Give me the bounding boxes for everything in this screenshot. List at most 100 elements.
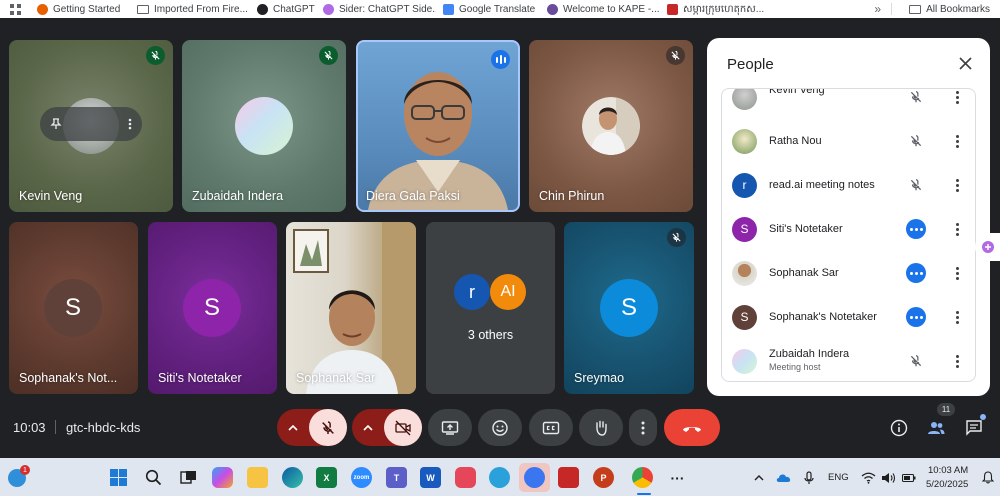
present-screen-icon <box>441 420 459 435</box>
onedrive-icon[interactable] <box>773 467 794 488</box>
participant-name: Zubaidah Indera <box>769 348 850 360</box>
participant-tile-sophanaks-notetaker[interactable]: S Sophanak's Not... <box>9 222 138 394</box>
taskbar-time[interactable]: 10:03 AM <box>928 465 968 476</box>
more-options-icon[interactable] <box>950 307 964 327</box>
more-status-icon[interactable] <box>906 263 926 283</box>
meeting-code: gtc-hbdc-kds <box>66 420 141 435</box>
task-view-icon[interactable] <box>178 467 199 488</box>
more-status-icon[interactable] <box>906 219 926 239</box>
reactions-button[interactable] <box>478 409 522 446</box>
leave-call-button[interactable] <box>664 409 720 446</box>
camera-toggle-button[interactable] <box>384 409 422 446</box>
microphone-icon[interactable] <box>798 467 819 488</box>
all-bookmarks-button[interactable]: All Bookmarks <box>902 4 1000 15</box>
more-options-icon[interactable] <box>128 118 132 130</box>
more-options-icon[interactable] <box>950 263 964 283</box>
more-options-icon[interactable] <box>950 175 964 195</box>
bookmark-kape[interactable]: Welcome to KAPE -... <box>540 3 660 15</box>
chevron-up-icon[interactable] <box>748 467 769 488</box>
more-options-button[interactable] <box>629 409 657 446</box>
participant-tile-sophanak-sar[interactable]: Sophanak Sar <box>286 222 416 394</box>
participant-tile-others[interactable]: r AI 3 others <box>426 222 555 394</box>
more-options-icon[interactable] <box>950 351 964 371</box>
camera-off-icon <box>395 420 411 435</box>
bookmark-sider[interactable]: Sider: ChatGPT Side... <box>316 3 436 15</box>
excel-icon[interactable]: X <box>316 467 337 488</box>
copilot-icon[interactable] <box>212 467 233 488</box>
telegram-icon[interactable] <box>489 467 510 488</box>
video-controls <box>352 409 422 446</box>
battery-icon[interactable] <box>898 467 919 488</box>
people-list-item[interactable]: S Siti's Notetaker <box>722 207 975 251</box>
info-icon <box>890 419 908 437</box>
vpn-icon[interactable] <box>558 467 579 488</box>
file-explorer-icon[interactable] <box>247 467 268 488</box>
people-list-item[interactable]: Sophanak Sar <box>722 251 975 295</box>
participant-avatar <box>235 97 293 155</box>
audio-options-chevron-icon[interactable] <box>277 424 309 431</box>
powerpoint-icon[interactable]: P <box>593 467 614 488</box>
participant-tile-sitis-notetaker[interactable]: S Siti's Notetaker <box>148 222 277 394</box>
people-list-item[interactable]: Ratha Nou <box>722 119 975 163</box>
participant-avatar: S <box>600 279 658 337</box>
chrome-icon[interactable] <box>632 467 653 488</box>
edge-icon[interactable] <box>282 467 303 488</box>
start-icon[interactable] <box>108 467 129 488</box>
google-translate-icon <box>443 3 454 15</box>
participant-tile-sreymao[interactable]: S Sreymao <box>564 222 694 394</box>
sider-extension-icon[interactable] <box>975 233 1000 261</box>
more-options-icon[interactable] <box>950 131 964 151</box>
bookmark-getting-started[interactable]: Getting Started <box>30 3 130 15</box>
participant-tile-zubaidah-indera[interactable]: Zubaidah Indera <box>182 40 346 212</box>
bookmark-imported-from-firefox[interactable]: Imported From Fire... <box>130 4 250 15</box>
teams-icon[interactable]: T <box>386 467 407 488</box>
mic-off-icon <box>906 131 926 151</box>
bookmark-google-translate[interactable]: Google Translate <box>436 3 540 15</box>
tile-hover-controls <box>40 107 142 141</box>
overflow-icon[interactable]: ··· <box>667 467 688 488</box>
people-list-item[interactable]: Kevin Veng <box>722 88 975 119</box>
people-button[interactable] <box>924 416 948 440</box>
people-panel-title: People <box>727 56 774 73</box>
people-list-item[interactable]: r read.ai meeting notes <box>722 163 975 207</box>
meeting-stage: Kevin Veng Zubaidah Indera Diera Gala Pa… <box>0 18 1000 458</box>
captions-button[interactable] <box>529 409 573 446</box>
snipping-tool-icon[interactable] <box>455 467 476 488</box>
participant-photo <box>732 128 757 154</box>
mic-toggle-button[interactable] <box>309 409 347 446</box>
people-list-item[interactable]: S Sophanak's Notetaker <box>722 295 975 339</box>
bookmarks-overflow-button[interactable]: » <box>864 2 891 16</box>
search-icon[interactable] <box>143 467 164 488</box>
wifi-icon[interactable] <box>858 467 879 488</box>
participant-tile-chin-phirun[interactable]: Chin Phirun <box>529 40 693 212</box>
participant-tile-kevin-veng[interactable]: Kevin Veng <box>9 40 173 212</box>
word-icon[interactable]: W <box>420 467 441 488</box>
bookmark-chatgpt[interactable]: ChatGPT <box>250 3 316 15</box>
apps-grid-icon[interactable] <box>0 3 30 15</box>
others-count-label: 3 others <box>467 328 514 342</box>
more-options-icon[interactable] <box>950 89 964 107</box>
video-options-chevron-icon[interactable] <box>352 424 384 431</box>
volume-icon[interactable] <box>878 467 899 488</box>
bookmark-khmer-site[interactable]: សម្ភារក្រុមហេតុកស... <box>660 2 772 17</box>
more-options-icon[interactable] <box>950 219 964 239</box>
input-language[interactable]: ENG <box>828 472 849 483</box>
more-status-icon[interactable] <box>906 307 926 327</box>
participant-name: Sophanak's Not... <box>19 371 118 385</box>
people-list-item[interactable]: Zubaidah Indera Meeting host <box>722 339 975 381</box>
notification-center-icon[interactable] <box>981 467 995 488</box>
kape-icon <box>547 3 558 15</box>
taskbar-date[interactable]: 5/20/2025 <box>926 479 968 490</box>
participant-name: Kevin Veng <box>769 88 825 96</box>
present-screen-button[interactable] <box>428 409 472 446</box>
meeting-clock: 10:03 <box>13 420 46 435</box>
speaking-indicator-icon <box>491 50 510 69</box>
close-icon[interactable] <box>956 54 974 72</box>
meeting-details-button[interactable] <box>887 416 911 440</box>
pin-icon[interactable] <box>50 118 62 130</box>
participant-tile-diera-gala-paksi[interactable]: Diera Gala Paksi <box>356 40 520 212</box>
signal-icon[interactable] <box>524 467 545 488</box>
zoom-icon[interactable]: zoom <box>351 467 372 488</box>
raise-hand-button[interactable] <box>579 409 623 446</box>
bookmark-site-icon <box>667 3 678 15</box>
